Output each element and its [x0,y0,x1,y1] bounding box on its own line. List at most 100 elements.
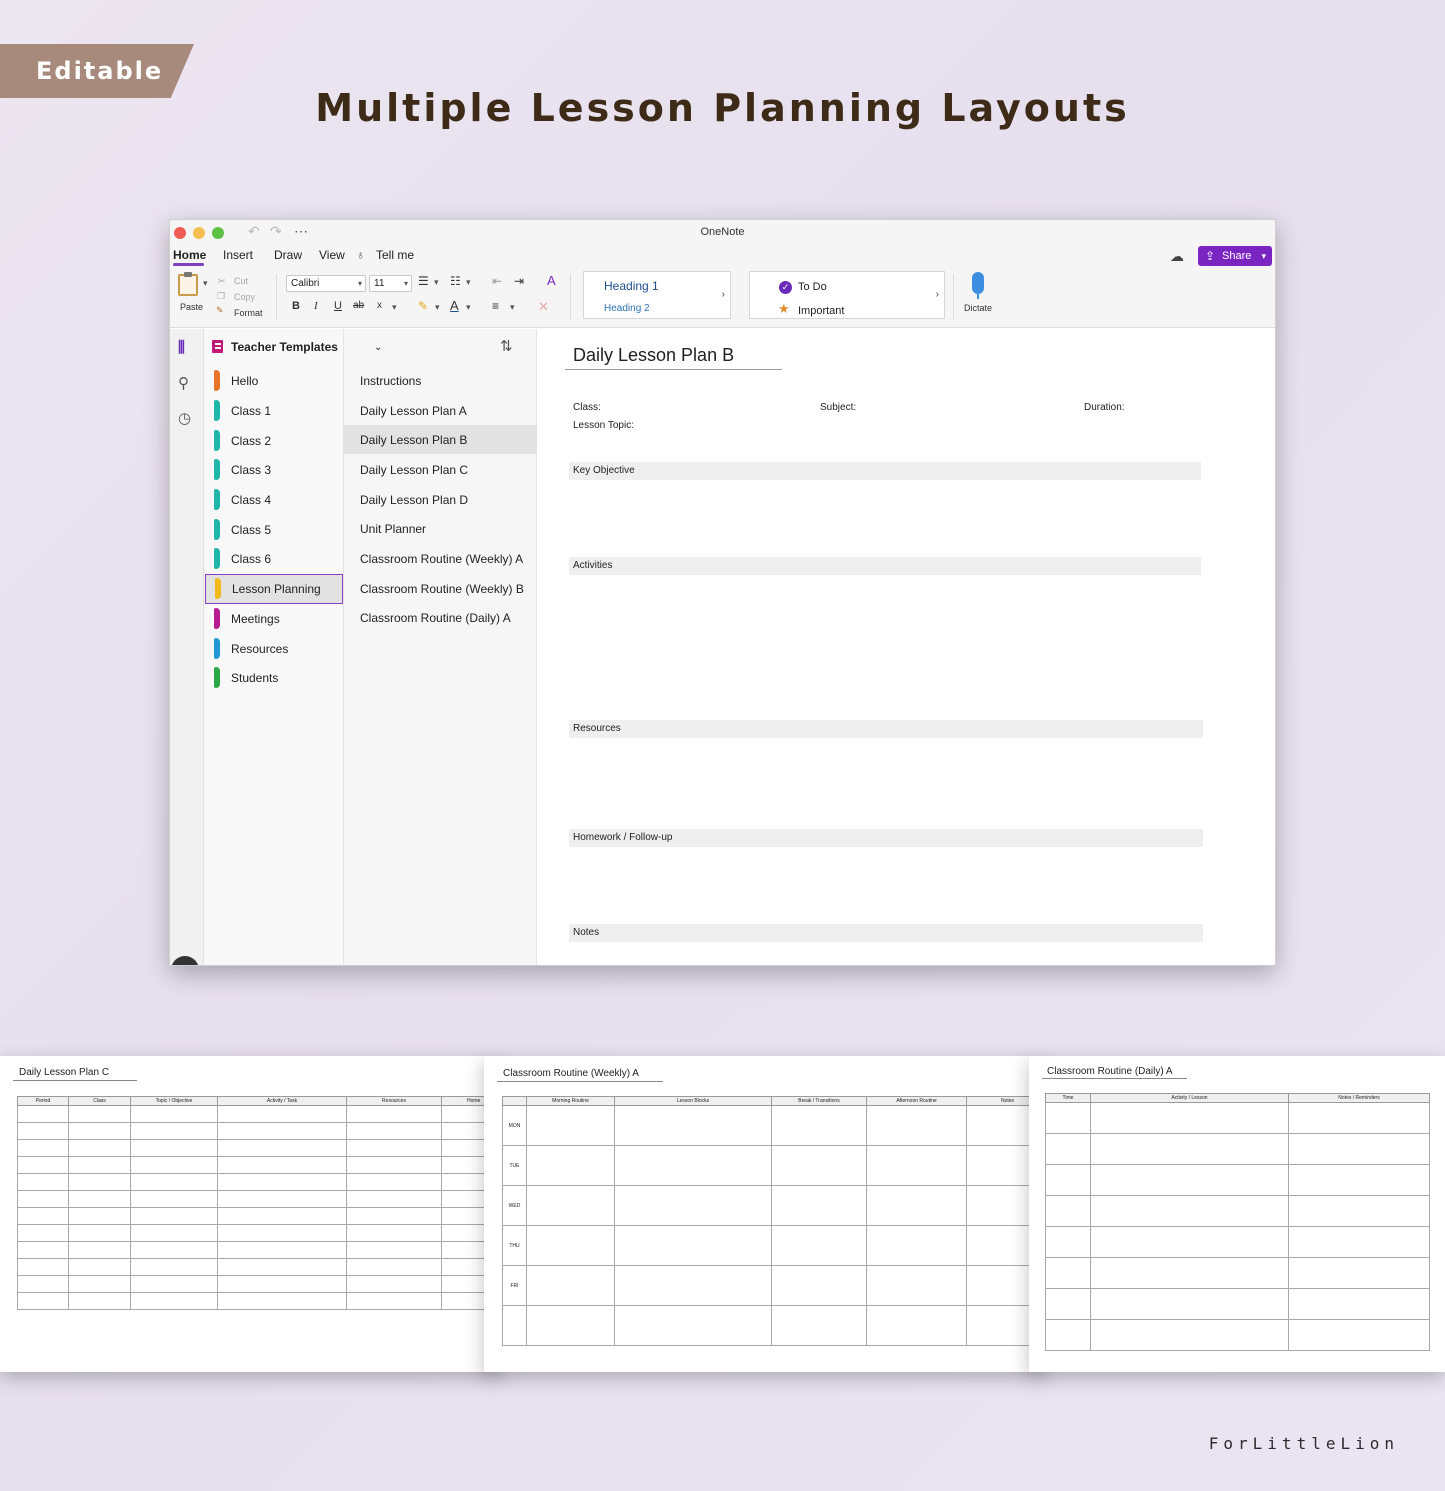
notebook-switcher[interactable]: Teacher Templates ⌄ ⇅ [204,329,537,363]
important-tag[interactable]: Important [798,305,844,317]
styles-pane-icon[interactable]: A [547,273,556,288]
chevron-right-icon[interactable]: › [936,289,939,300]
tab-insert[interactable]: Insert [223,248,253,262]
subscript-button[interactable]: x [377,300,382,311]
numbered-list-icon[interactable]: ☷ [450,274,461,288]
cut-button[interactable]: Cut [234,276,248,286]
font-family-select[interactable]: Calibri ▾ [286,275,366,292]
class-label: Class: [573,402,601,413]
table-cell [1288,1133,1430,1165]
page-label: Classroom Routine (Weekly) A [360,552,524,566]
table-row [1045,1226,1430,1258]
decrease-indent-icon[interactable]: ⇤ [492,274,502,288]
table-cell [217,1122,347,1140]
page-title: Multiple Lesson Planning Layouts [315,86,1130,130]
note-canvas[interactable]: Daily Lesson Plan B Class: Subject: Dura… [538,329,1275,965]
table-cell [1090,1288,1289,1320]
page-unit-planner[interactable]: Unit Planner [344,514,537,543]
bullet-list-icon[interactable]: ☰ [418,274,429,288]
section-students[interactable]: Students [205,664,343,692]
bold-button[interactable]: B [292,300,300,312]
tab-view[interactable]: View [319,248,345,262]
table-cell [346,1207,442,1225]
table-cell [1288,1195,1430,1227]
italic-button[interactable]: I [314,300,318,312]
increase-indent-icon[interactable]: ⇥ [514,274,524,288]
chevron-down-icon[interactable]: ▾ [392,302,397,313]
preview-daily-lesson-plan-c: Daily Lesson Plan C Period Class Topic /… [0,1056,500,1372]
section-hello[interactable]: Hello [205,367,343,395]
recent-clock-icon[interactable]: ◷ [178,409,191,427]
align-icon[interactable]: ≡ [492,299,499,313]
table-cell [1045,1319,1091,1351]
underline-button[interactable]: U [334,300,342,312]
heading-2-style[interactable]: Heading 2 [604,303,650,314]
table-cell [68,1105,131,1123]
tags-gallery[interactable]: ✓ To Do ★ Important › [749,271,945,319]
section-class-2[interactable]: Class 2 [205,427,343,455]
styles-gallery[interactable]: Heading 1 Heading 2 › [583,271,731,319]
copy-button[interactable]: Copy [234,292,255,302]
sort-pages-icon[interactable]: ⇅ [500,337,513,355]
chevron-down-icon[interactable]: ▾ [466,277,471,288]
section-lesson-planning[interactable]: Lesson Planning [205,574,343,604]
section-class-6[interactable]: Class 6 [205,545,343,573]
page-classroom-routine-weekly-a[interactable]: Classroom Routine (Weekly) A [344,544,537,573]
section-resources[interactable]: Resources [205,635,343,663]
share-button[interactable]: ⇪ Share ▾ [1198,246,1272,266]
title-underline [565,369,782,370]
section-class-5[interactable]: Class 5 [205,516,343,544]
chevron-down-icon[interactable]: ▾ [435,302,440,313]
chevron-down-icon[interactable]: ▾ [466,302,471,313]
microphone-icon[interactable] [972,272,984,294]
font-size-select[interactable]: 11 ▾ [369,275,412,292]
section-class-4[interactable]: Class 4 [205,486,343,514]
chevron-down-icon[interactable]: ▾ [510,302,515,313]
avatar[interactable] [171,956,199,965]
paste-dropdown-icon[interactable]: ▾ [203,278,208,289]
page-daily-lesson-plan-b[interactable]: Daily Lesson Plan B [344,425,537,454]
page-daily-lesson-plan-c[interactable]: Daily Lesson Plan C [344,455,537,484]
font-color-icon[interactable]: A [450,298,459,313]
note-page-title[interactable]: Daily Lesson Plan B [573,345,734,366]
page-daily-lesson-plan-a[interactable]: Daily Lesson Plan A [344,396,537,425]
clipboard-icon[interactable] [178,272,198,296]
table-header: Resources [346,1096,442,1106]
scissors-icon: ✂ [218,276,226,286]
sync-cloud-icon[interactable]: ☁ [1170,248,1184,265]
strikethrough-button[interactable]: ab [353,300,364,311]
notebooks-icon[interactable]: ⫼ [178,339,185,356]
page-daily-lesson-plan-d[interactable]: Daily Lesson Plan D [344,485,537,514]
search-icon[interactable]: ⚲ [178,374,189,392]
table-cell [68,1275,131,1293]
chevron-right-icon[interactable]: › [722,289,725,300]
page-classroom-routine-daily-a[interactable]: Classroom Routine (Daily) A [344,603,537,632]
notebook-title: Teacher Templates [231,340,338,354]
table-cell [1090,1226,1289,1258]
section-color-tab [214,459,220,480]
page-instructions[interactable]: Instructions [344,366,537,395]
tell-me-search[interactable]: Tell me [376,248,414,262]
tab-draw[interactable]: Draw [274,248,302,262]
section-class-3[interactable]: Class 3 [205,456,343,484]
section-class-1[interactable]: Class 1 [205,397,343,425]
table-cell [346,1105,442,1123]
tab-home[interactable]: Home [173,248,206,262]
table-cell [17,1275,69,1293]
clear-formatting-icon[interactable]: ✕ [538,299,549,315]
format-painter-button[interactable]: Format [234,308,263,318]
table-row [17,1275,500,1293]
day-label: TUE [502,1145,527,1186]
highlighter-icon[interactable]: ✎ [418,299,428,313]
heading-1-style[interactable]: Heading 1 [604,279,659,293]
table-row [1045,1102,1430,1134]
dictate-button[interactable]: Dictate [964,303,992,313]
active-tab-indicator [173,263,204,266]
chevron-down-icon[interactable]: ▾ [434,277,439,288]
page-label: Unit Planner [360,522,427,536]
section-meetings[interactable]: Meetings [205,605,343,633]
title-underline [497,1081,663,1082]
page-classroom-routine-weekly-b[interactable]: Classroom Routine (Weekly) B [344,574,537,603]
table-row [1045,1257,1430,1289]
todo-tag[interactable]: To Do [798,281,827,293]
